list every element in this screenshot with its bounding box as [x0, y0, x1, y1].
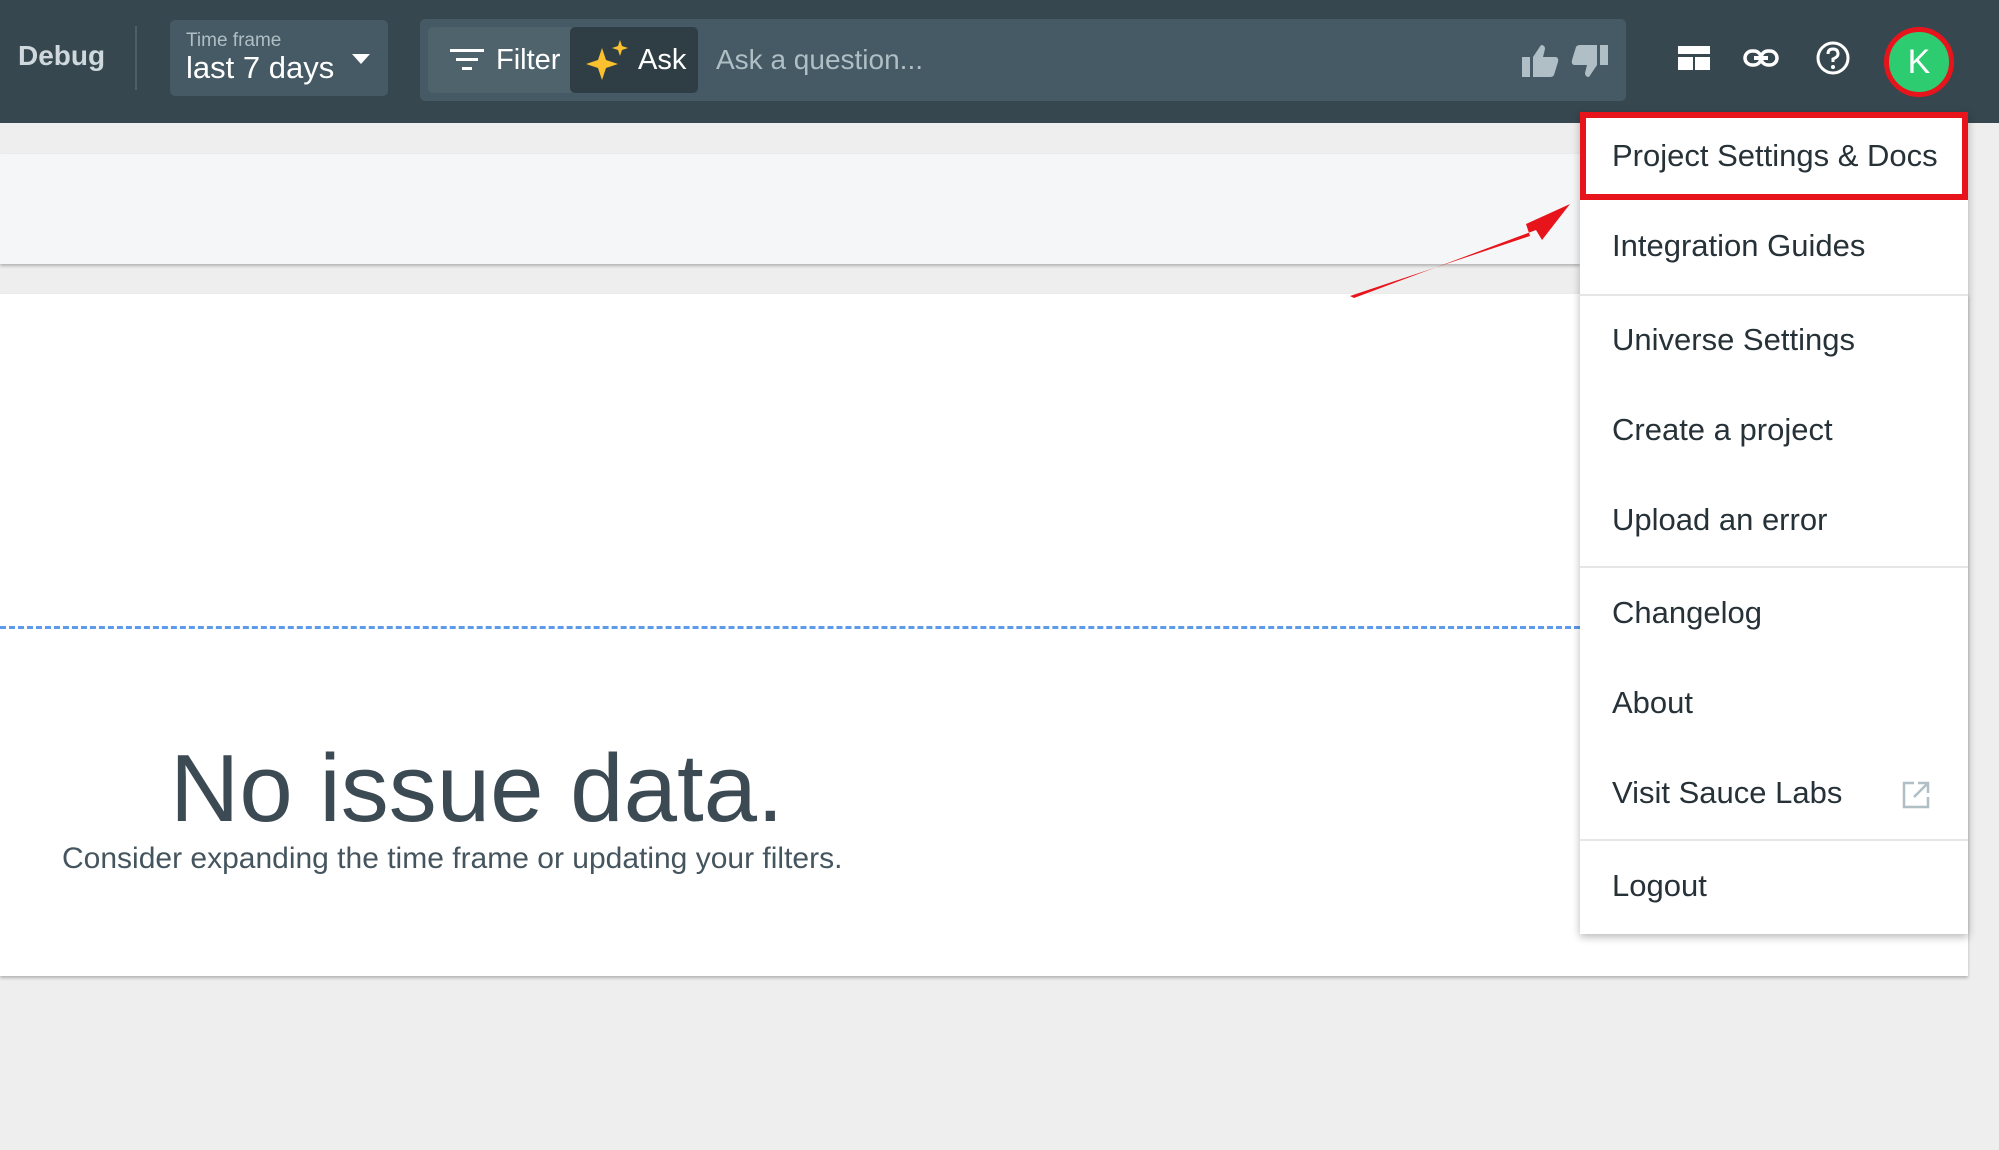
- menu-item-changelog[interactable]: Changelog: [1580, 569, 1968, 657]
- app-title: Debug: [18, 40, 106, 71]
- filter-icon: [450, 49, 484, 70]
- menu-item-universe-settings[interactable]: Universe Settings: [1580, 296, 1968, 384]
- user-avatar[interactable]: K: [1884, 27, 1954, 97]
- filter-button[interactable]: Filter: [428, 27, 576, 93]
- empty-state-title: No issue data.: [170, 735, 784, 842]
- menu-item-logout[interactable]: Logout: [1580, 842, 1968, 930]
- timeframe-select[interactable]: Time frame last 7 days: [170, 20, 388, 96]
- sparkle-icon: [586, 40, 628, 80]
- top-bar: Debug Time frame last 7 days Filter Ask: [0, 0, 1999, 123]
- empty-state-subtitle: Consider expanding the time frame or upd…: [62, 842, 843, 875]
- menu-divider: [1580, 566, 1968, 568]
- title-divider: [135, 26, 137, 90]
- link-icon[interactable]: [1743, 40, 1779, 76]
- ask-button[interactable]: Ask: [570, 27, 698, 93]
- menu-item-integration-guides[interactable]: Integration Guides: [1580, 202, 1968, 290]
- dashed-line: [0, 626, 1580, 629]
- timeframe-label: Time frame: [186, 30, 282, 51]
- menu-item-about[interactable]: About: [1580, 659, 1968, 747]
- ask-label: Ask: [638, 43, 687, 76]
- layout-icon[interactable]: [1676, 40, 1712, 76]
- timeframe-value: last 7 days: [186, 50, 335, 85]
- user-dropdown-menu: Project Settings & Docs Integration Guid…: [1580, 112, 1968, 934]
- menu-item-label: Visit Sauce Labs: [1612, 775, 1843, 810]
- query-bar: Filter Ask: [420, 19, 1626, 101]
- filter-label: Filter: [496, 43, 561, 76]
- menu-divider: [1580, 839, 1968, 841]
- external-link-icon: [1902, 781, 1930, 809]
- thumbs-down-icon[interactable]: [1570, 43, 1610, 79]
- annotation-arrow: [1350, 204, 1570, 298]
- chevron-down-icon: [352, 54, 370, 64]
- help-icon[interactable]: [1815, 40, 1851, 76]
- thumbs-up-icon[interactable]: [1520, 43, 1560, 79]
- ask-question-input[interactable]: [716, 33, 1416, 87]
- menu-item-upload-error[interactable]: Upload an error: [1580, 476, 1968, 564]
- banner-panel: [0, 154, 1580, 264]
- menu-item-visit-sauce-labs[interactable]: Visit Sauce Labs: [1580, 749, 1968, 837]
- menu-item-create-project[interactable]: Create a project: [1580, 386, 1968, 474]
- menu-item-project-settings[interactable]: Project Settings & Docs: [1580, 112, 1968, 200]
